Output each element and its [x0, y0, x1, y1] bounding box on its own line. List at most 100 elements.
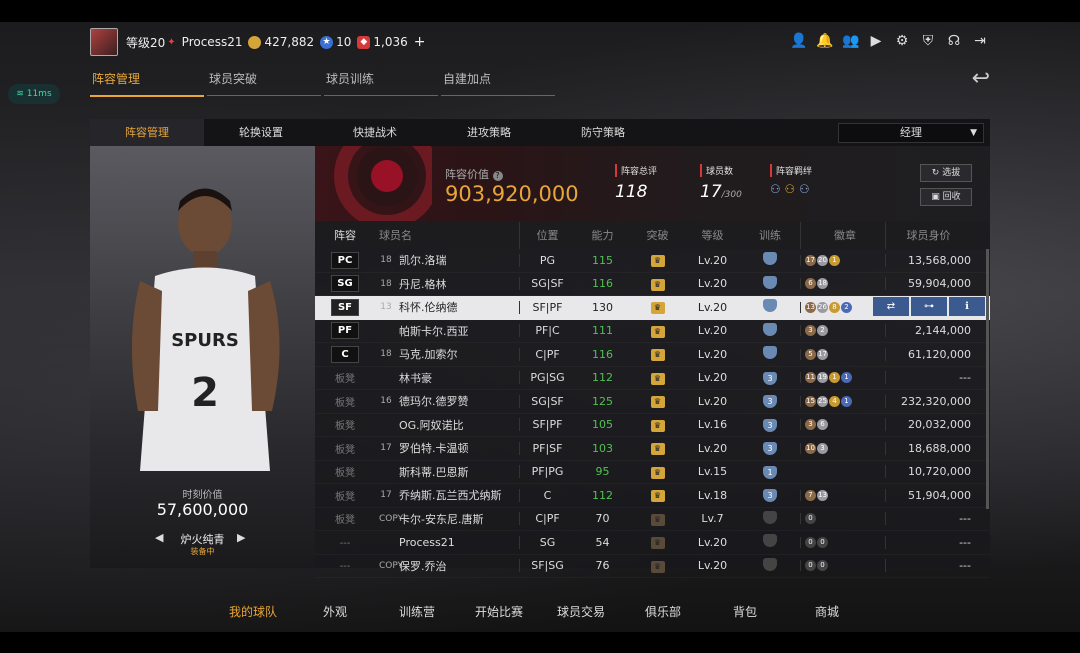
next-card-arrow-icon[interactable]: ▶ — [237, 531, 245, 544]
team-value: 903,920,000 — [445, 182, 579, 206]
table-scrollbar[interactable] — [986, 249, 989, 509]
lineup-position-chip[interactable]: C — [331, 345, 359, 363]
nav-my-team[interactable]: 我的球队 — [212, 603, 294, 620]
table-header: 阵容 球员名 位置 能力 突破 等级 训练 徽章 球员身价 — [315, 222, 990, 249]
back-arrow-icon[interactable]: ↩ — [972, 66, 990, 91]
table-row[interactable]: 板凳 16 德玛尔.德罗赞 SG|SF 125 ♛ Lv.20 3 15 25 4 1 … — [315, 390, 990, 414]
recycle-icon: ▣ — [931, 192, 943, 202]
recycle-button[interactable]: ▣ 回收 — [920, 188, 972, 206]
tab-lineup[interactable]: 阵容管理 — [90, 70, 204, 97]
lineup-position-chip[interactable]: PF — [331, 322, 359, 340]
subtab-lineup[interactable]: 阵容管理 — [90, 119, 204, 146]
badge-icon: 8 — [829, 301, 840, 313]
badge-icon: 1 — [829, 254, 840, 266]
breakthrough-crown-icon: ♛ — [650, 325, 665, 338]
training-shield-icon — [763, 534, 777, 548]
player-count-value: 17 — [700, 182, 722, 202]
nav-start-game[interactable]: 开始比赛 — [458, 603, 540, 620]
table-row[interactable]: 板凳 17 乔纳斯.瓦兰西尤纳斯 C 112 ♛ Lv.18 3 7 13 51,9… — [315, 484, 990, 508]
badge-icon: 7 — [805, 489, 816, 501]
table-row[interactable]: SF 13 科怀.伦纳德 SF|PF 130 ♛ Lv.20 13 26 8 2 ⇄ ⊶ ℹ — [315, 296, 990, 320]
badge-list: 7 13 — [800, 489, 885, 501]
bond-icons[interactable]: ⚇ ⚇ ⚇ — [770, 182, 812, 196]
star-amount: 10 — [336, 35, 352, 49]
col-name: 球员名 — [379, 229, 412, 242]
nav-training-camp[interactable]: 训练营 — [376, 603, 458, 620]
table-row[interactable]: PF 帕斯卡尔.西亚 PF|C 111 ♛ Lv.20 32 2,144,000 — [315, 320, 990, 344]
lineup-position-bench: 板凳 — [335, 515, 355, 527]
lineup-position-chip[interactable]: SF — [331, 298, 359, 316]
exit-icon[interactable]: ⇥ — [972, 33, 988, 49]
avatar[interactable] — [90, 28, 118, 56]
table-row[interactable]: 板凳 林书豪 PG|SG 112 ♛ Lv.20 3 11 19 1 1 --- — [315, 367, 990, 391]
shield-icon[interactable]: ⛨ — [920, 33, 936, 49]
nav-backpack[interactable]: 背包 — [704, 603, 786, 620]
badge-icon: 0 — [817, 560, 828, 572]
settings-gear-icon[interactable]: ⚙ — [894, 33, 910, 49]
headset-icon[interactable]: ☊ — [946, 33, 962, 49]
nav-player-trade[interactable]: 球员交易 — [540, 603, 622, 620]
table-row[interactable]: C 18 马克.加索尔 C|PF 116 ♛ Lv.20 5 17 61,120,0… — [315, 343, 990, 367]
lineup-position-chip[interactable]: PC — [331, 251, 359, 269]
team-rating: 阵容总评 118 — [615, 164, 657, 202]
player-ability: 103 — [592, 441, 613, 455]
team-value-label: 阵容价值 ? — [445, 166, 503, 182]
lineup-position-chip[interactable]: SG — [331, 275, 359, 293]
manager-select[interactable]: 经理 ▼ — [838, 123, 984, 143]
badge-list: 6 18 — [800, 278, 885, 290]
video-icon[interactable]: ▶ — [868, 33, 884, 49]
add-currency-button[interactable]: + — [414, 34, 426, 50]
swap-icon[interactable]: ⇄ — [873, 297, 909, 316]
breakthrough-crown-icon: ♛ — [650, 349, 665, 362]
subtab-defense[interactable]: 防守策略 — [546, 119, 660, 146]
player-value: 232,320,000 — [885, 394, 976, 408]
train-dumbbell-icon[interactable]: ⊶ — [911, 297, 947, 316]
player-ability: 116 — [592, 347, 613, 361]
breakthrough-crown-icon: ♛ — [650, 466, 665, 479]
player-ability: 125 — [592, 394, 613, 408]
nav-appearance[interactable]: 外观 — [294, 603, 376, 620]
player-number: 16 — [380, 396, 392, 407]
header-icons: 👤 🔔 👥 ▶ ⚙ ⛨ ☊ ⇥ — [790, 33, 988, 49]
player-count-label: 球员数 — [700, 164, 742, 177]
player-level: Lv.15 — [697, 465, 728, 479]
subtab-offense[interactable]: 进攻策略 — [432, 119, 546, 146]
table-row[interactable]: 板凳 OG.阿奴诺比 SF|PF 105 ♛ Lv.16 3 36 20,032… — [315, 414, 990, 438]
player-name: 斯科蒂.巴恩斯 — [399, 465, 469, 479]
tab-breakthrough[interactable]: 球员突破 — [207, 70, 321, 96]
tab-training[interactable]: 球员训练 — [324, 70, 438, 96]
star-icon: ★ — [320, 35, 334, 49]
profile-icon[interactable]: 👤 — [790, 33, 807, 49]
table-row[interactable]: --- COPY 保罗.乔治 SF|SG 76 ♛ Lv.20 00 --- — [315, 555, 990, 579]
player-count: 球员数 17/300 — [700, 164, 742, 202]
subtab-rotation[interactable]: 轮换设置 — [204, 119, 318, 146]
tab-custom-points[interactable]: 自建加点 — [441, 70, 555, 96]
badge-icon: 1 — [829, 372, 840, 384]
select-button[interactable]: ↻ 选拔 — [920, 164, 972, 182]
table-row[interactable]: 板凳 COPY 卡尔-安东尼.唐斯 C|PF 70 ♛ Lv.7 0 --- — [315, 508, 990, 532]
player-level: Lv.20 — [697, 324, 728, 338]
friends-icon[interactable]: 👥 — [842, 33, 859, 49]
bottom-nav: 我的球队 外观 训练营 开始比赛 球员交易 俱乐部 背包 商城 — [212, 603, 868, 620]
player-position: PG — [519, 253, 575, 267]
table-row[interactable]: --- Process21 SG 54 ♛ Lv.20 00 --- — [315, 531, 990, 555]
ping-indicator: ≋ 11ms — [8, 84, 60, 104]
table-row[interactable]: PC 18 凯尔.洛瑞 PG 115 ♛ Lv.20 17 20 1 13,568,0… — [315, 249, 990, 273]
breakthrough-crown-icon: ♛ — [650, 443, 665, 456]
table-row[interactable]: 板凳 17 罗伯特.卡温顿 PF|SF 103 ♛ Lv.20 3 10 3 18,… — [315, 437, 990, 461]
player-portrait: SPURS 2 时刻价值 57,600,000 ◀ 炉火纯青 ▶ 装备中 — [90, 146, 315, 568]
player-number: 17 — [380, 490, 392, 501]
player-number: COPY — [379, 560, 404, 571]
nav-club[interactable]: 俱乐部 — [622, 603, 704, 620]
badge-icon: 18 — [817, 278, 828, 290]
player-number: 18 — [380, 255, 392, 266]
subtab-quick-tactics[interactable]: 快捷战术 — [318, 119, 432, 146]
notification-bell-icon[interactable]: 🔔 — [816, 33, 833, 49]
table-row[interactable]: 板凳 斯科蒂.巴恩斯 PF|PG 95 ♛ Lv.15 1 10,720,000 — [315, 461, 990, 485]
username: Process21 — [181, 35, 243, 49]
breakthrough-crown-icon: ♛ — [650, 490, 665, 503]
player-count-max: /300 — [721, 190, 742, 200]
info-icon[interactable]: ℹ — [949, 297, 985, 316]
nav-shop[interactable]: 商城 — [786, 603, 868, 620]
table-row[interactable]: SG 18 丹尼.格林 SG|SF 116 ♛ Lv.20 6 18 59,904,… — [315, 273, 990, 297]
